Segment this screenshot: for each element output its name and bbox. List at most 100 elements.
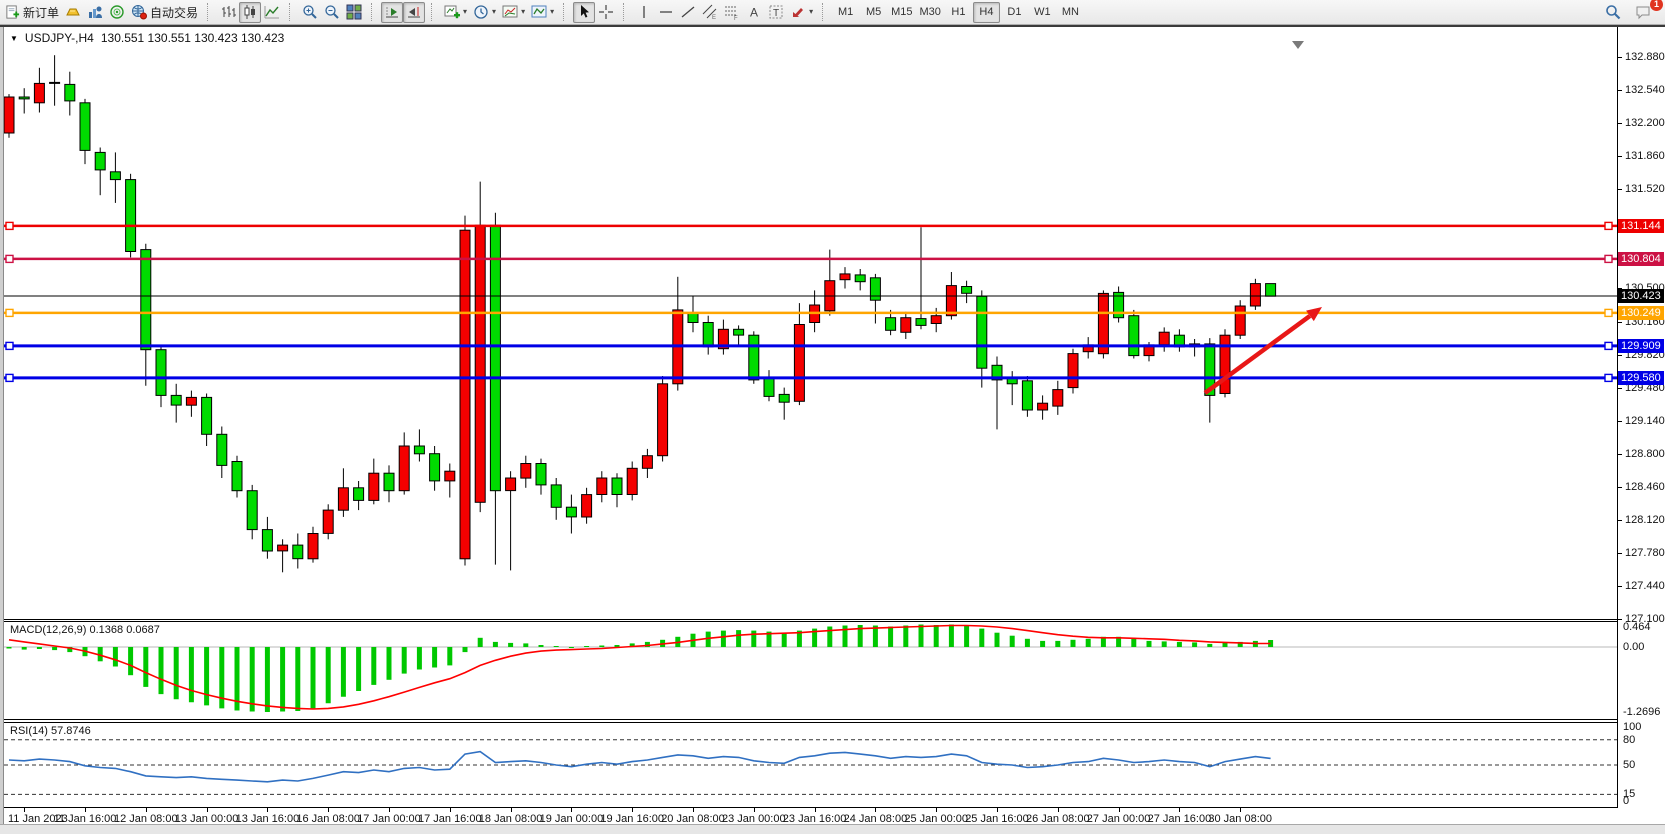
timeframe-button-H4[interactable]: H4 <box>973 2 1000 23</box>
candle <box>840 267 850 288</box>
price-tick-mark <box>1618 57 1622 58</box>
hline-130.804[interactable] <box>4 255 1617 262</box>
candle <box>764 370 774 401</box>
timeframe-button-M15[interactable]: M15 <box>888 2 915 23</box>
time-tick <box>389 808 390 812</box>
templates-dropdown-button[interactable]: ▾ <box>528 2 557 23</box>
new-chart-icon <box>444 4 460 20</box>
price-tick-label: 127.440 <box>1625 580 1665 592</box>
vertical-line-button[interactable] <box>633 2 655 23</box>
notification-count-badge[interactable]: 1 <box>1650 0 1663 11</box>
tile-windows-button[interactable] <box>343 2 365 23</box>
candle <box>1098 290 1108 358</box>
trendline-button[interactable] <box>677 2 699 23</box>
chart-shift-button[interactable] <box>403 2 425 23</box>
text-label-button[interactable]: T <box>765 2 787 23</box>
candle <box>506 471 516 570</box>
candle <box>19 88 29 113</box>
profiles-dropdown-button[interactable]: ▾ <box>499 2 528 23</box>
horizontal-line-button[interactable] <box>655 2 677 23</box>
candle <box>551 478 561 520</box>
candle <box>1083 337 1093 358</box>
time-tick <box>24 808 25 812</box>
candle <box>232 456 242 498</box>
auto-scroll-button[interactable] <box>381 2 403 23</box>
candle <box>399 432 409 494</box>
timeframe-button-H1[interactable]: H1 <box>945 2 972 23</box>
macd-canvas[interactable] <box>4 622 1617 719</box>
price-tick-mark <box>1618 388 1622 389</box>
price-tick-mark <box>1618 520 1622 521</box>
candle <box>217 427 227 479</box>
dropdown-caret-icon: ▾ <box>809 8 813 16</box>
price-tick-mark <box>1618 421 1622 422</box>
symbols-button[interactable] <box>62 2 84 23</box>
price-chart-canvas[interactable] <box>4 27 1617 619</box>
candlestick-chart-button[interactable] <box>239 2 261 23</box>
history-clock-dropdown-button[interactable]: ▾ <box>470 2 499 23</box>
candle <box>80 99 90 164</box>
fibonacci-button[interactable]: F <box>721 2 743 23</box>
search-button[interactable] <box>1602 2 1624 23</box>
auto-trading-button[interactable]: 自动交易 <box>128 2 201 23</box>
timeframe-button-MN[interactable]: MN <box>1057 2 1084 23</box>
rsi-canvas[interactable] <box>4 723 1617 807</box>
arrows-dropdown-button[interactable]: ▾ <box>787 2 816 23</box>
dropdown-caret-icon: ▾ <box>550 8 554 16</box>
market-watch-button[interactable] <box>84 2 106 23</box>
arrow-shapes-icon <box>790 4 806 20</box>
zoom-out-button[interactable] <box>321 2 343 23</box>
candle <box>779 388 789 420</box>
dropdown-caret-icon: ▾ <box>463 8 467 16</box>
rsi-pane: RSI(14) 57.8746 <box>4 722 1617 808</box>
new-chart-dropdown-button[interactable]: ▾ <box>441 2 470 23</box>
time-tick <box>85 808 86 812</box>
collapse-triangle-icon[interactable]: ▼ <box>10 34 18 43</box>
cursor-button[interactable] <box>573 2 595 23</box>
candle <box>1190 339 1200 357</box>
price-tick-mark <box>1618 322 1622 323</box>
candle <box>688 296 698 332</box>
timeframe-button-M30[interactable]: M30 <box>917 2 944 23</box>
time-tick <box>693 808 694 812</box>
navigator-button[interactable] <box>106 2 128 23</box>
candle <box>810 290 820 332</box>
crosshair-button[interactable] <box>595 2 617 23</box>
dropdown-caret-icon: ▾ <box>521 8 525 16</box>
timeframe-button-M1[interactable]: M1 <box>832 2 859 23</box>
rsi-axis-label: 50 <box>1623 759 1635 771</box>
chart-shift-marker-icon[interactable] <box>1292 41 1304 49</box>
candle <box>1038 395 1048 419</box>
candle <box>794 303 804 405</box>
candle <box>445 464 455 498</box>
label-t-icon: T <box>768 4 784 20</box>
text-a-icon: A <box>746 4 762 20</box>
equidistant-channel-button[interactable]: E <box>699 2 721 23</box>
hline-131.144[interactable] <box>4 222 1617 229</box>
line-chart-icon <box>264 4 280 20</box>
hline-129.58[interactable] <box>4 374 1617 381</box>
timeframe-button-M5[interactable]: M5 <box>860 2 887 23</box>
candle <box>597 471 607 502</box>
new-order-button[interactable]: 新订单 <box>2 2 62 23</box>
timeframe-button-W1[interactable]: W1 <box>1029 2 1056 23</box>
price-tick-label: 132.880 <box>1625 51 1665 63</box>
time-tick <box>571 808 572 812</box>
price-tick-mark <box>1618 123 1622 124</box>
line-handle <box>1605 342 1612 349</box>
fibonacci-icon: F <box>724 4 740 20</box>
bar-chart-button[interactable] <box>217 2 239 23</box>
hline-129.909[interactable] <box>4 342 1617 349</box>
time-tick <box>632 808 633 812</box>
pane-divider[interactable] <box>4 619 1617 620</box>
line-handle <box>6 255 13 262</box>
time-tick <box>875 808 876 812</box>
rsi-axis-label: 0 <box>1623 795 1629 807</box>
time-tick <box>997 808 998 812</box>
price-axis[interactable]: 132.880132.540132.200131.860131.520130.5… <box>1618 27 1665 824</box>
candle <box>95 148 105 196</box>
zoom-in-button[interactable] <box>299 2 321 23</box>
text-button[interactable]: A <box>743 2 765 23</box>
timeframe-button-D1[interactable]: D1 <box>1001 2 1028 23</box>
line-chart-button[interactable] <box>261 2 283 23</box>
